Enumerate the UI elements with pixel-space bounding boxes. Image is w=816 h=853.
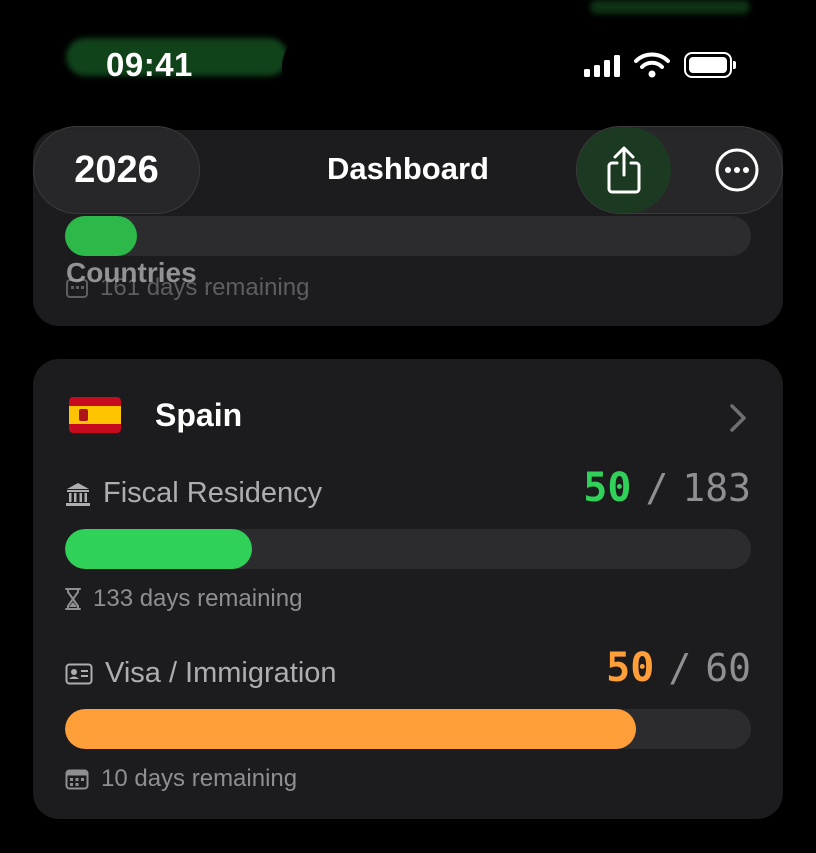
battery-icon [684, 52, 736, 78]
remaining-row: 133 days remaining [65, 585, 302, 613]
status-time: 09:41 [106, 46, 193, 83]
progress-fill [65, 529, 253, 569]
background-progress-track [65, 216, 751, 256]
header-actions [576, 126, 783, 214]
calendar-icon [65, 769, 89, 790]
status-icons [584, 52, 736, 78]
progress-track [65, 709, 751, 749]
hourglass-icon [65, 588, 81, 610]
metric-used: 50 [583, 465, 632, 511]
metric-limit: 183 [682, 466, 751, 510]
wifi-icon [634, 52, 670, 78]
more-options-button[interactable] [690, 127, 784, 213]
section-title-countries: Countries [66, 257, 197, 288]
metric-label-text: Fiscal Residency [103, 477, 323, 509]
remaining-text: 133 days remaining [93, 585, 303, 612]
share-icon [607, 146, 641, 194]
spain-flag-icon [69, 397, 121, 433]
bank-icon [66, 482, 90, 506]
background-progress-fill [65, 216, 137, 256]
metric-limit: 60 [705, 646, 751, 690]
id-card-icon [65, 663, 93, 684]
dynamic-island [282, 30, 536, 104]
country-name: Spain [155, 397, 243, 433]
metric-label: Fiscal Residency [65, 477, 322, 510]
metric-label: Visa / Immigration [65, 657, 337, 690]
status-bar: 09:41 [0, 0, 816, 110]
navigation-header: 2026 Dashboard [0, 126, 816, 216]
metric-value: 50/60 [606, 645, 751, 691]
country-card-spain[interactable]: Spain Fiscal Residency 50/183 133 days r… [33, 359, 783, 819]
metric-label-text: Visa / Immigration [105, 657, 337, 689]
metric-used: 50 [606, 645, 655, 691]
remaining-row: 10 days remaining [65, 765, 297, 793]
remaining-text: 10 days remaining [101, 765, 298, 792]
cellular-signal-icon [584, 53, 620, 77]
ellipsis-circle-icon [715, 148, 759, 192]
progress-fill [65, 709, 637, 749]
progress-track [65, 529, 751, 569]
share-button[interactable] [577, 127, 671, 213]
chevron-right-icon[interactable] [729, 403, 747, 433]
metric-value: 50/183 [583, 465, 751, 511]
